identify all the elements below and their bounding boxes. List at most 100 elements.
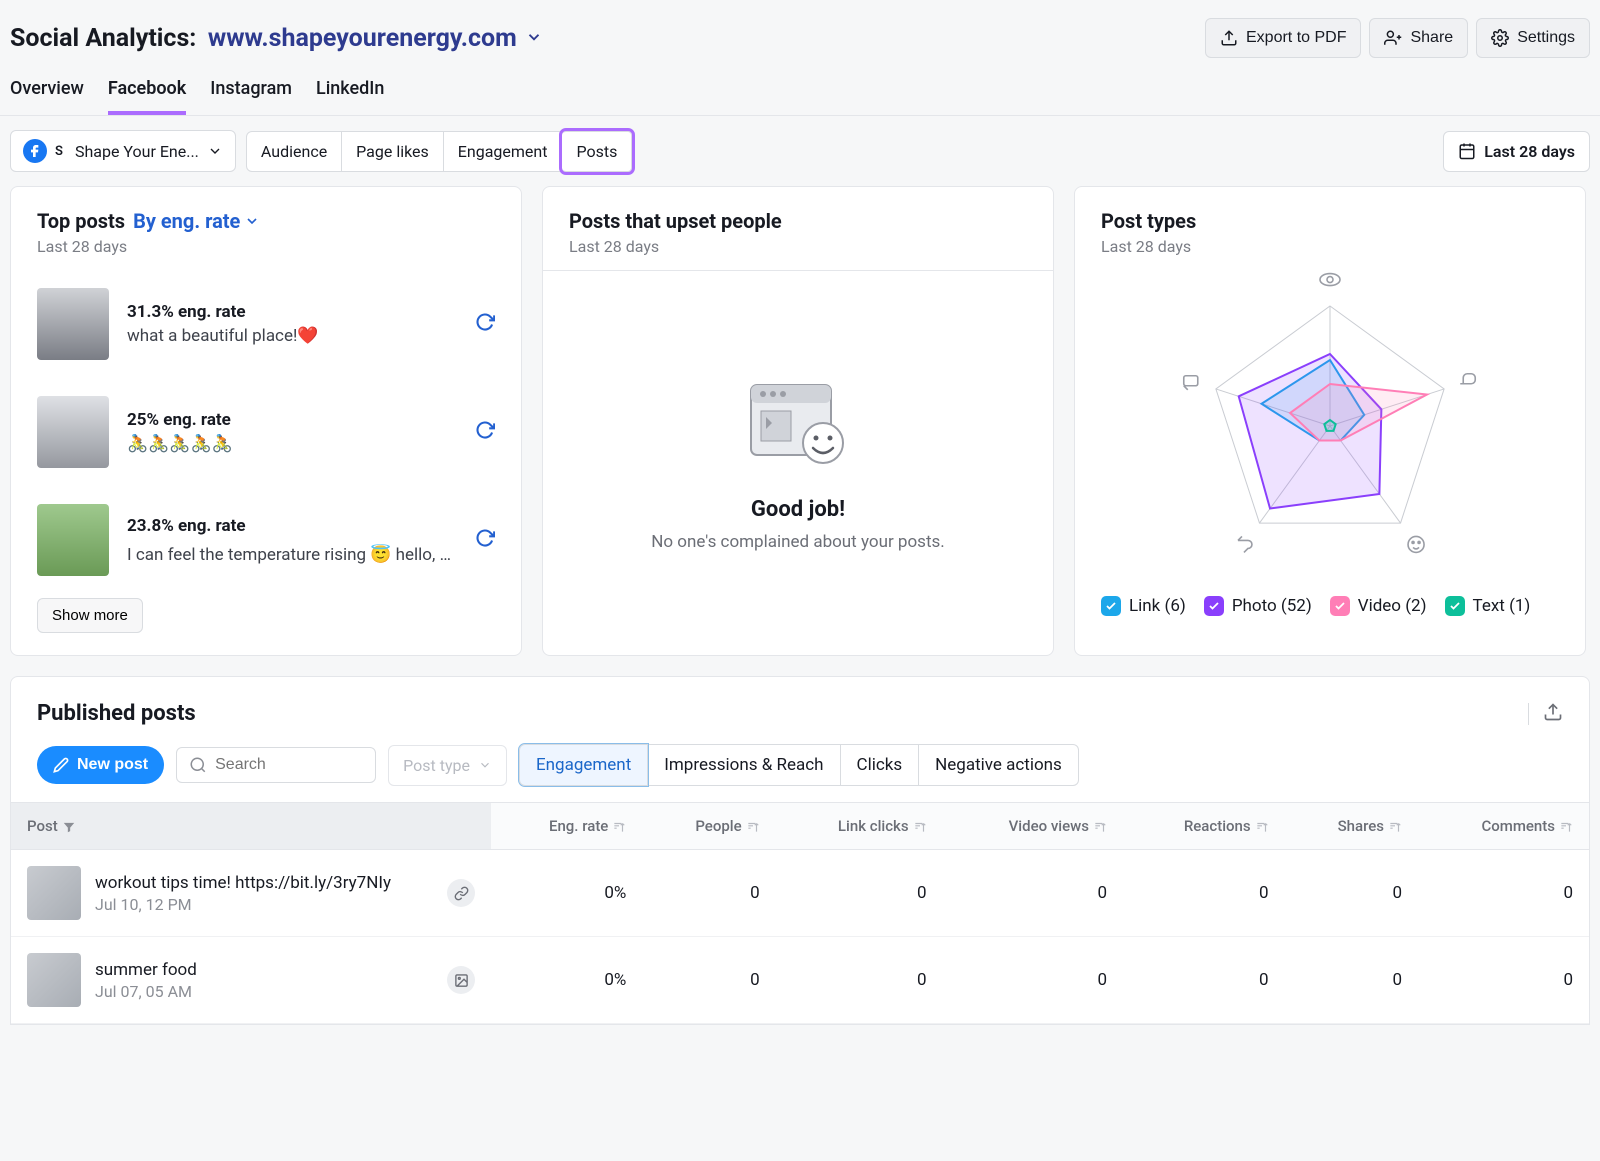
legend-item-photo[interactable]: Photo (52) bbox=[1204, 596, 1312, 616]
sort-label: By eng. rate bbox=[133, 209, 240, 233]
post-text: I can feel the temperature rising 😇 hell… bbox=[127, 540, 457, 565]
facebook-icon bbox=[23, 139, 47, 163]
row-post-title: workout tips time! https://bit.ly/3ry7NI… bbox=[95, 873, 433, 893]
subtab-audience[interactable]: Audience bbox=[246, 131, 342, 172]
divider bbox=[1528, 703, 1529, 725]
link-icon bbox=[454, 886, 469, 901]
post-rate: 23.8% eng. rate bbox=[127, 516, 457, 536]
tab-linkedin[interactable]: LinkedIn bbox=[316, 78, 384, 115]
post-thumbnail bbox=[37, 288, 109, 360]
refresh-button[interactable] bbox=[475, 528, 495, 552]
refresh-icon bbox=[475, 312, 495, 332]
gear-icon bbox=[1491, 29, 1509, 47]
chevron-down-icon bbox=[478, 758, 492, 772]
chevron-down-icon bbox=[525, 28, 543, 46]
subtab-posts[interactable]: Posts bbox=[562, 131, 632, 172]
share-button[interactable]: Share bbox=[1369, 18, 1468, 58]
tab-instagram[interactable]: Instagram bbox=[210, 78, 292, 115]
metric-negative[interactable]: Negative actions bbox=[919, 744, 1079, 786]
legend-label: Photo (52) bbox=[1232, 596, 1312, 616]
legend-label: Link (6) bbox=[1129, 596, 1186, 616]
export-icon bbox=[1543, 702, 1563, 722]
sort-icon bbox=[1559, 820, 1573, 834]
subtab-engagement[interactable]: Engagement bbox=[444, 131, 563, 172]
cell-comments: 0 bbox=[1418, 850, 1589, 937]
col-shares[interactable]: Shares bbox=[1285, 803, 1418, 850]
table-row[interactable]: summer food Jul 07, 05 AM 0% 0 0 0 0 0 0 bbox=[11, 937, 1589, 1024]
top-header: Social Analytics: www.shapeyourenergy.co… bbox=[0, 0, 1600, 58]
col-people[interactable]: People bbox=[642, 803, 775, 850]
top-posts-card: Top posts By eng. rate Last 28 days 31.3… bbox=[10, 186, 522, 656]
sort-icon bbox=[612, 820, 626, 834]
search-icon bbox=[189, 756, 207, 774]
sort-by-dropdown[interactable]: By eng. rate bbox=[133, 209, 260, 233]
export-icon bbox=[1220, 29, 1238, 47]
legend-item-text[interactable]: Text (1) bbox=[1445, 596, 1531, 616]
metric-impressions[interactable]: Impressions & Reach bbox=[648, 744, 840, 786]
top-post-item[interactable]: 23.8% eng. rate I can feel the temperatu… bbox=[37, 486, 495, 594]
section-title: Published posts bbox=[37, 701, 196, 726]
empty-state-illustration bbox=[743, 375, 853, 475]
row-post-date: Jul 10, 12 PM bbox=[95, 895, 433, 914]
post-type-label: Post type bbox=[403, 756, 470, 775]
sort-icon bbox=[746, 820, 760, 834]
settings-label: Settings bbox=[1517, 29, 1575, 47]
subtab-page-likes[interactable]: Page likes bbox=[342, 131, 444, 172]
post-type-filter[interactable]: Post type bbox=[388, 745, 507, 786]
table-row[interactable]: workout tips time! https://bit.ly/3ry7NI… bbox=[11, 850, 1589, 937]
cell-eng: 0% bbox=[491, 850, 642, 937]
card-subtitle: Last 28 days bbox=[1101, 237, 1559, 256]
legend-item-link[interactable]: Link (6) bbox=[1101, 596, 1186, 616]
new-post-button[interactable]: New post bbox=[37, 746, 164, 784]
sub-toolbar: S Shape Your Ene... Audience Page likes … bbox=[0, 116, 1600, 186]
calendar-icon bbox=[1458, 142, 1476, 160]
posts-table: Post Eng. rate People Link clicks Video … bbox=[11, 802, 1589, 1024]
account-selector[interactable]: S Shape Your Ene... bbox=[10, 130, 236, 172]
published-posts-panel: Published posts New post Post type bbox=[10, 676, 1590, 1025]
metric-tabs: Engagement Impressions & Reach Clicks Ne… bbox=[519, 744, 1079, 786]
col-video-views[interactable]: Video views bbox=[943, 803, 1123, 850]
export-table-button[interactable] bbox=[1543, 702, 1563, 726]
header-domain[interactable]: www.shapeyourenergy.com bbox=[208, 24, 517, 53]
col-link-clicks[interactable]: Link clicks bbox=[776, 803, 943, 850]
show-more-button[interactable]: Show more bbox=[37, 598, 143, 633]
cell-clicks: 0 bbox=[776, 937, 943, 1024]
col-reactions[interactable]: Reactions bbox=[1123, 803, 1285, 850]
tab-facebook[interactable]: Facebook bbox=[108, 78, 186, 115]
post-type-badge bbox=[447, 879, 475, 907]
card-title: Top posts bbox=[37, 209, 125, 233]
refresh-button[interactable] bbox=[475, 420, 495, 444]
row-post-date: Jul 07, 05 AM bbox=[95, 982, 433, 1001]
metric-clicks[interactable]: Clicks bbox=[841, 744, 920, 786]
metric-engagement[interactable]: Engagement bbox=[519, 744, 648, 786]
settings-button[interactable]: Settings bbox=[1476, 18, 1590, 58]
legend-item-video[interactable]: Video (2) bbox=[1330, 596, 1427, 616]
domain-dropdown[interactable] bbox=[521, 24, 547, 53]
cell-eng: 0% bbox=[491, 937, 642, 1024]
app-title: Social Analytics: bbox=[10, 24, 196, 53]
post-text: 🚴🚴🚴🚴🚴 bbox=[127, 434, 457, 454]
export-button[interactable]: Export to PDF bbox=[1205, 18, 1361, 58]
refresh-button[interactable] bbox=[475, 312, 495, 336]
card-subtitle: Last 28 days bbox=[569, 237, 1027, 256]
col-eng-rate[interactable]: Eng. rate bbox=[491, 803, 642, 850]
post-text: what a beautiful place!❤️ bbox=[127, 326, 457, 346]
upset-posts-card: Posts that upset people Last 28 days bbox=[542, 186, 1054, 656]
filter-icon bbox=[62, 820, 76, 834]
share-label: Share bbox=[1410, 29, 1453, 47]
refresh-icon bbox=[475, 528, 495, 548]
cell-views: 0 bbox=[943, 850, 1123, 937]
top-post-item[interactable]: 25% eng. rate 🚴🚴🚴🚴🚴 bbox=[37, 378, 495, 486]
search-input-wrap[interactable] bbox=[176, 747, 376, 783]
post-thumbnail bbox=[37, 396, 109, 468]
empty-state-title: Good job! bbox=[751, 497, 845, 522]
refresh-icon bbox=[475, 420, 495, 440]
pencil-icon bbox=[53, 757, 69, 773]
col-comments[interactable]: Comments bbox=[1418, 803, 1589, 850]
empty-state-subtitle: No one's complained about your posts. bbox=[651, 532, 945, 552]
date-range-selector[interactable]: Last 28 days bbox=[1443, 131, 1590, 172]
top-post-item[interactable]: 31.3% eng. rate what a beautiful place!❤… bbox=[37, 270, 495, 378]
new-post-label: New post bbox=[77, 756, 148, 774]
tab-overview[interactable]: Overview bbox=[10, 78, 84, 115]
col-post[interactable]: Post bbox=[11, 803, 491, 850]
